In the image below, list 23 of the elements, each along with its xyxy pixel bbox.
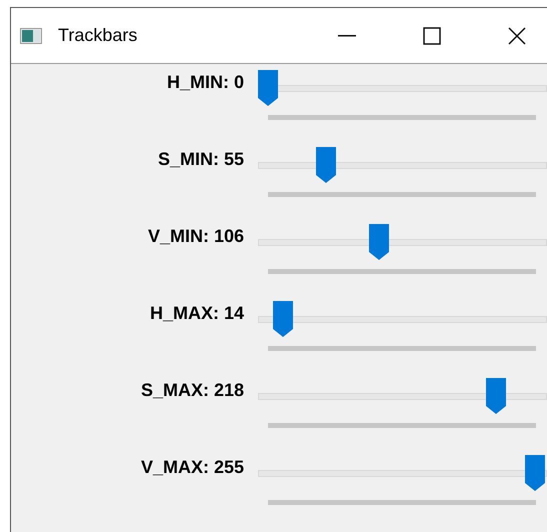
slider-thumb[interactable] [272, 301, 293, 337]
slider-thumb[interactable] [368, 224, 389, 260]
maximize-icon [423, 26, 441, 44]
trackbar-label: S_MIN: 55 [156, 148, 244, 170]
trackbar-label: H_MIN: 0 [166, 71, 244, 93]
slider[interactable] [258, 147, 547, 183]
trackbar-label: H_MAX: 14 [148, 302, 244, 324]
slider[interactable] [258, 378, 547, 414]
trackbar-label: S_MAX: 218 [140, 379, 244, 401]
window-title: Trackbars [58, 24, 138, 47]
trackbar-label: V_MAX: 255 [140, 456, 244, 478]
app-icon [20, 28, 42, 44]
slider[interactable] [258, 301, 547, 337]
trackbar-label: V_MIN: 106 [146, 225, 244, 247]
slider[interactable] [258, 224, 547, 260]
slider-thumb[interactable] [486, 378, 506, 414]
slider-thumb[interactable] [316, 147, 336, 183]
slider-thumb[interactable] [258, 70, 278, 106]
slider[interactable] [258, 70, 547, 106]
slider-thumb[interactable] [525, 455, 545, 491]
slider[interactable] [258, 455, 547, 491]
close-icon [508, 26, 526, 44]
minimize-icon [338, 34, 356, 36]
